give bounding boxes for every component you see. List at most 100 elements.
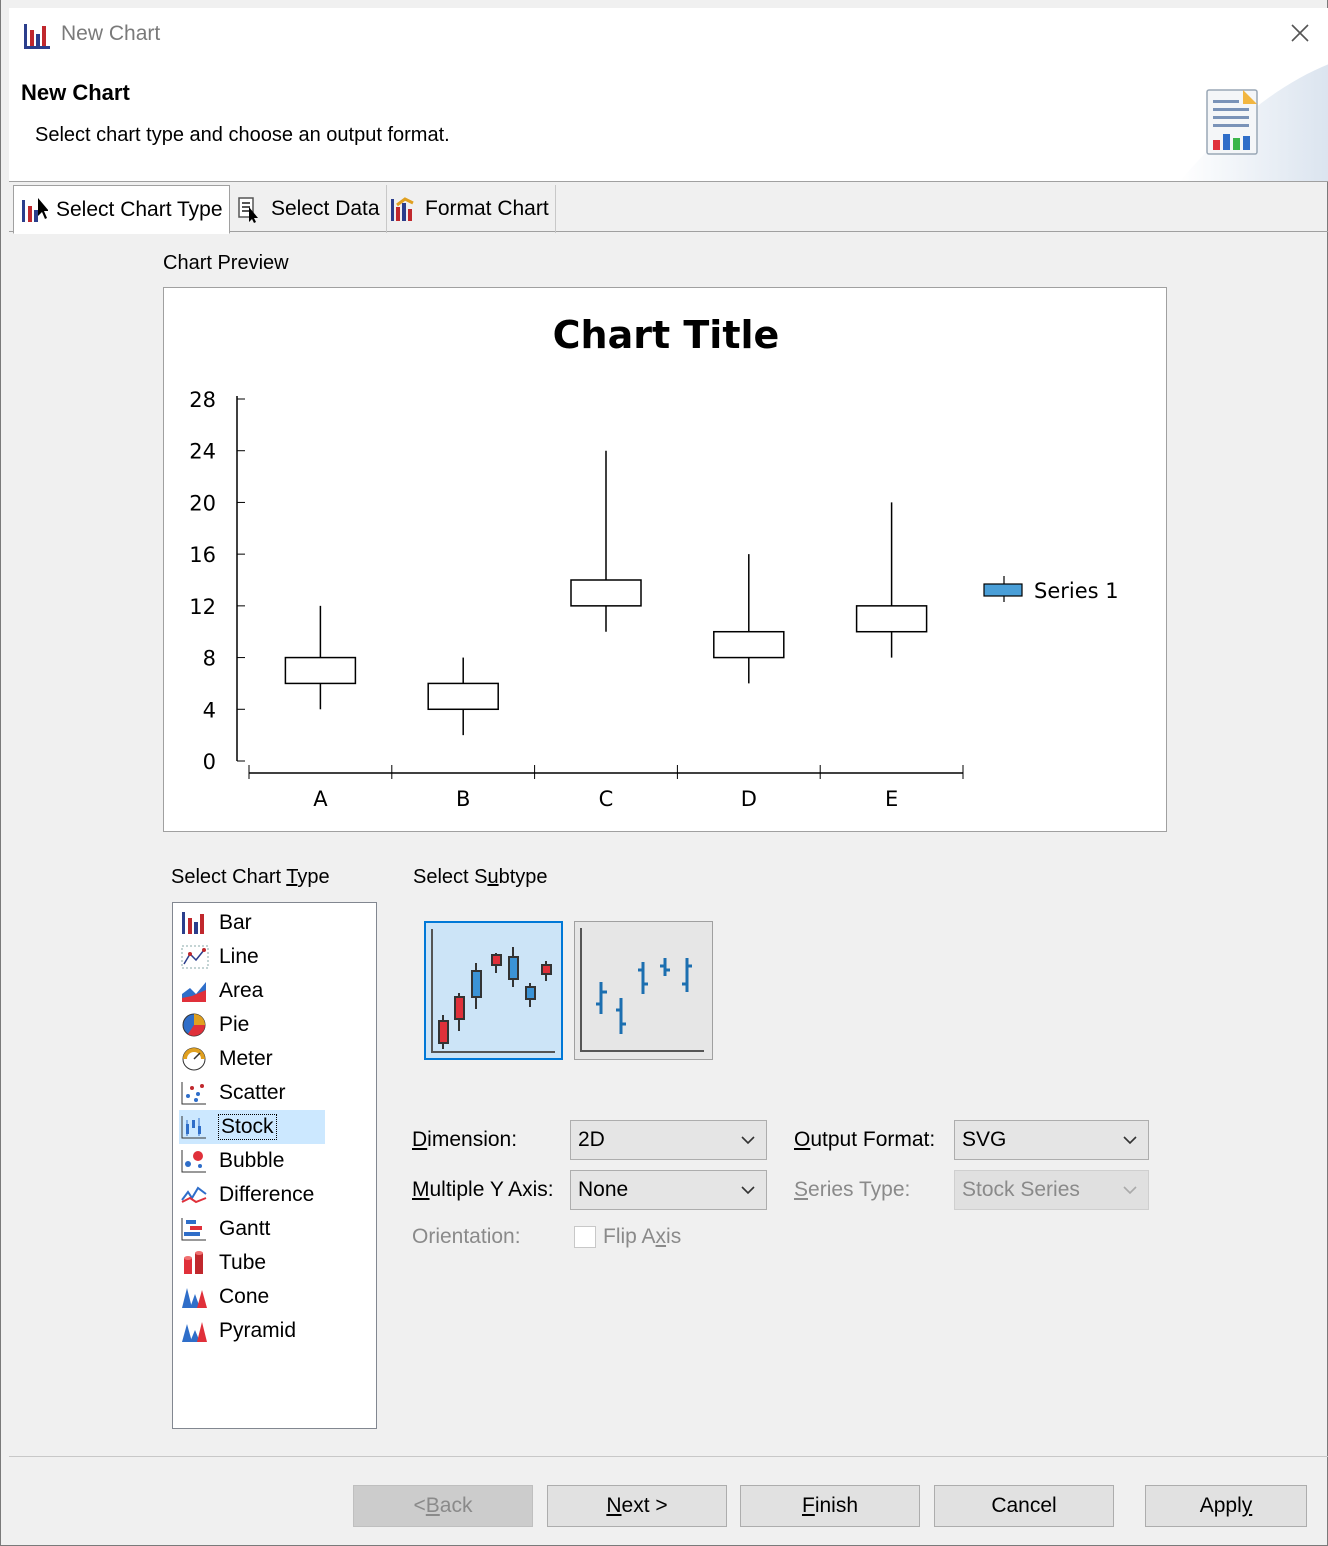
- wizard-heading: New Chart: [21, 80, 130, 105]
- wizard-description: Select chart type and choose an output f…: [35, 124, 450, 146]
- chevron-down-icon: [741, 1136, 755, 1145]
- hlc-stick-subtype[interactable]: [574, 921, 713, 1060]
- next-button[interactable]: Next >: [547, 1485, 727, 1527]
- chart-preview-label: Chart Preview: [163, 252, 289, 274]
- flip-axis-checkbox[interactable]: [574, 1226, 596, 1248]
- chevron-down-icon: [1123, 1186, 1137, 1195]
- chart-type-item-scatter[interactable]: Scatter: [179, 1076, 325, 1110]
- area-chart-icon: [182, 982, 206, 1002]
- multiple-y-axis-select[interactable]: None: [570, 1170, 767, 1210]
- series-type-label: Series Type:: [794, 1178, 911, 1201]
- title-bar: New Chart: [9, 8, 1328, 64]
- back-button[interactable]: < Back: [353, 1485, 533, 1527]
- chart-type-label: Line: [219, 945, 259, 968]
- candle-body: [427, 682, 499, 711]
- chart-type-label: Stock: [218, 1114, 277, 1140]
- y-tick-label: 20: [189, 491, 216, 515]
- tab-label: Select Chart Type: [56, 197, 223, 221]
- y-tick-label: 16: [189, 543, 216, 567]
- y-tick-label: 0: [203, 750, 216, 774]
- dimension-value: 2D: [578, 1128, 605, 1151]
- chart-type-label: Scatter: [219, 1081, 286, 1104]
- chart-type-label: Cone: [219, 1285, 270, 1308]
- candle-body: [570, 579, 642, 607]
- chart-type-label: Area: [219, 979, 264, 1002]
- x-tick-label: D: [741, 787, 757, 811]
- cancel-button[interactable]: Cancel: [934, 1485, 1114, 1527]
- chart-type-label: Tube: [219, 1251, 267, 1274]
- chart-type-label: Gantt: [219, 1217, 271, 1240]
- series-type-select[interactable]: Stock Series: [954, 1170, 1149, 1210]
- orientation-label: Orientation:: [412, 1225, 521, 1248]
- apply-button[interactable]: Appl y: [1145, 1485, 1307, 1527]
- select-data-icon: [238, 197, 258, 223]
- chart-type-label: Bubble: [219, 1149, 285, 1172]
- x-tick-label: E: [885, 787, 898, 811]
- select-chart-type-label: Select Chart Type: [171, 866, 330, 888]
- chart-preview: Chart Title 0 4 8 12 16 20 24 28 A B C D E Series 1: [163, 287, 1167, 832]
- format-chart-icon: [391, 197, 414, 221]
- chevron-down-icon: [1123, 1136, 1137, 1145]
- chart-type-item-difference[interactable]: Difference: [179, 1178, 325, 1212]
- chart-type-item-cone[interactable]: Cone: [179, 1280, 325, 1314]
- window-title: New Chart: [61, 22, 161, 45]
- pie-chart-icon: [182, 1013, 206, 1037]
- multiple-y-axis-label: Multiple Y Axis:: [412, 1178, 554, 1201]
- y-tick-label: 28: [189, 388, 216, 412]
- dimension-select[interactable]: 2D: [570, 1120, 767, 1160]
- meter-chart-icon: [182, 1047, 206, 1071]
- close-icon[interactable]: [1285, 18, 1315, 48]
- chart-type-list[interactable]: Bar Line Area Pie Meter Scatter Stock Bubble Dif…: [172, 902, 377, 1429]
- chart-type-label: Pyramid: [219, 1319, 297, 1342]
- chart-type-item-stock[interactable]: Stock: [179, 1110, 325, 1144]
- chart-type-icon: [22, 197, 48, 222]
- chart-type-item-area[interactable]: Area: [179, 974, 325, 1008]
- wizard-banner: New Chart Select chart type and choose a…: [9, 64, 1328, 182]
- series-type-value: Stock Series: [962, 1178, 1080, 1201]
- chart-app-icon: [24, 24, 50, 49]
- stock-chart-icon: [181, 1116, 206, 1139]
- chart-type-label: Bar: [219, 911, 252, 934]
- tab-label: Format Chart: [425, 197, 549, 220]
- chevron-down-icon: [741, 1186, 755, 1195]
- scatter-chart-icon: [181, 1082, 206, 1105]
- tab-label: Select Data: [271, 197, 380, 220]
- button-bar-separator: [9, 1456, 1328, 1457]
- cone-chart-icon: [182, 1288, 207, 1308]
- chart-type-item-pie[interactable]: Pie: [179, 1008, 325, 1042]
- chart-type-label: Difference: [219, 1183, 315, 1206]
- flip-axis-label: Flip Axis: [603, 1225, 682, 1248]
- chart-type-item-gantt[interactable]: Gantt: [179, 1212, 325, 1246]
- candle-body: [855, 605, 928, 633]
- candlestick-subtype-icon: [431, 929, 555, 1053]
- candle-body: [284, 656, 357, 685]
- chart-type-item-bubble[interactable]: Bubble: [179, 1144, 325, 1178]
- gantt-chart-icon: [181, 1218, 206, 1241]
- tab-select-chart-type[interactable]: Select Chart Type: [13, 185, 230, 234]
- chart-type-item-tube[interactable]: Tube: [179, 1246, 325, 1280]
- chart-type-item-bar[interactable]: Bar: [179, 906, 325, 940]
- chart-type-label: Meter: [219, 1047, 273, 1070]
- output-format-select[interactable]: SVG: [954, 1120, 1149, 1160]
- chart-type-label: Pie: [219, 1013, 250, 1036]
- bar-chart-icon: [182, 912, 204, 934]
- multiple-y-axis-value: None: [578, 1178, 629, 1201]
- chart-type-item-pyramid[interactable]: Pyramid: [179, 1314, 325, 1348]
- y-tick-label: 8: [203, 647, 216, 671]
- tab-format-chart[interactable]: Format Chart: [383, 185, 556, 233]
- chart-title: Chart Title: [553, 313, 780, 357]
- candlestick-subtype[interactable]: [424, 921, 563, 1060]
- tab-strip: Select Chart Type Select Data Format Cha…: [9, 182, 1328, 234]
- difference-chart-icon: [181, 1186, 207, 1204]
- chart-type-item-line[interactable]: Line: [179, 940, 325, 974]
- legend-swatch: [983, 583, 1023, 597]
- new-chart-dialog: New Chart New Chart Select chart type an…: [0, 0, 1328, 1546]
- chart-type-item-meter[interactable]: Meter: [179, 1042, 325, 1076]
- tab-select-data[interactable]: Select Data: [229, 185, 387, 233]
- finish-button[interactable]: Finish: [740, 1485, 920, 1527]
- y-tick-label: 4: [203, 698, 216, 722]
- report-chart-icon: [1206, 89, 1258, 155]
- legend-label: Series 1: [1034, 579, 1119, 603]
- y-tick-label: 12: [189, 595, 216, 619]
- output-format-value: SVG: [962, 1128, 1007, 1151]
